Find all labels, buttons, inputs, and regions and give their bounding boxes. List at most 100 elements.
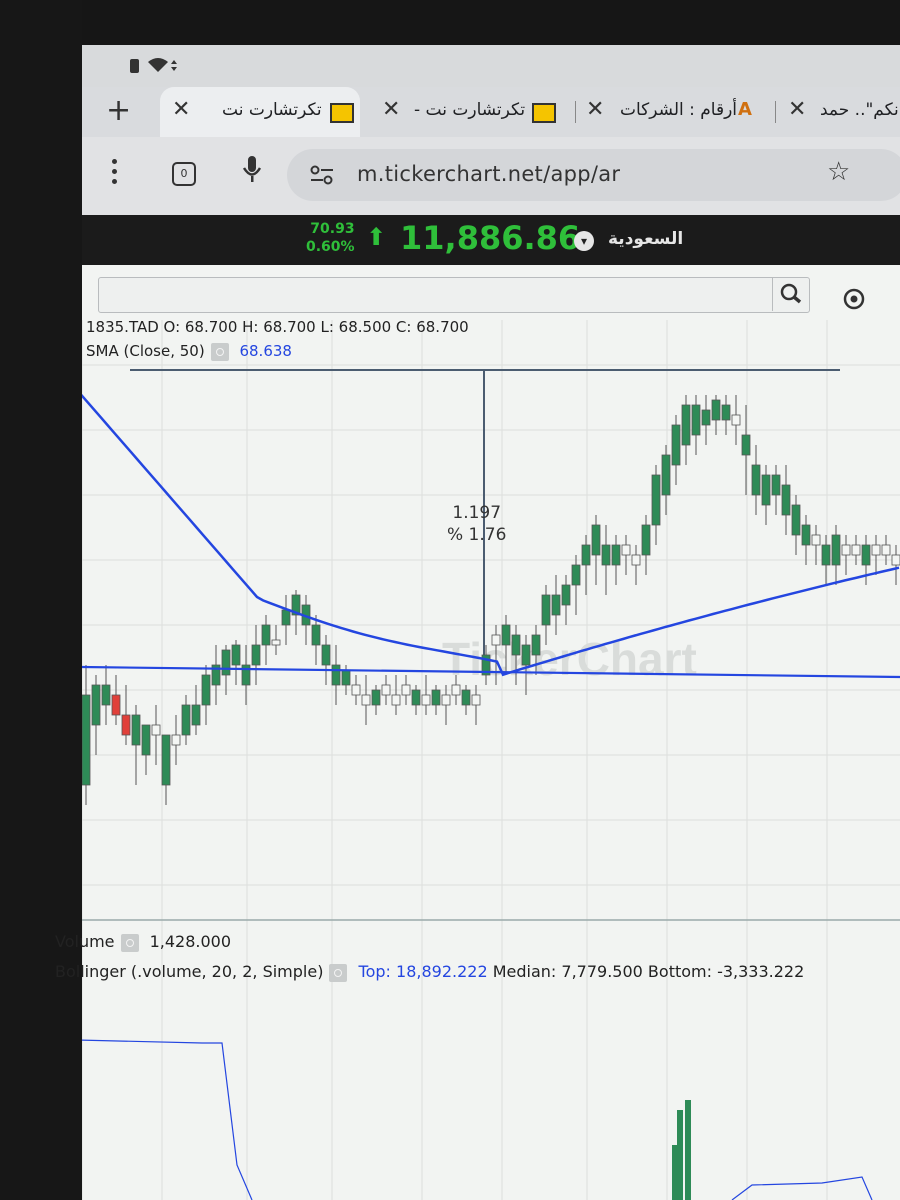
address-bar[interactable]: m.tickerchart.net/app/ar ☆ xyxy=(287,149,900,201)
candle-body xyxy=(841,544,851,556)
close-icon[interactable]: ✕ xyxy=(382,97,400,122)
candle xyxy=(571,555,581,615)
candle xyxy=(351,675,361,705)
candle xyxy=(671,415,681,485)
candle xyxy=(241,645,251,705)
gear-icon[interactable] xyxy=(842,287,866,311)
chevron-down-icon[interactable]: ▾ xyxy=(574,231,594,251)
candle xyxy=(201,665,211,725)
status-bar xyxy=(82,45,900,87)
candle xyxy=(601,525,611,595)
volume-settings-icon[interactable] xyxy=(120,933,139,952)
candle-body xyxy=(891,554,900,566)
search-button[interactable] xyxy=(772,277,809,311)
candle xyxy=(721,395,731,435)
close-icon[interactable]: ✕ xyxy=(586,97,604,122)
candle-body xyxy=(641,524,651,556)
tab-switcher-button[interactable]: 0 xyxy=(172,162,196,186)
bookmark-star-icon[interactable]: ☆ xyxy=(827,157,850,187)
mic-icon[interactable] xyxy=(242,155,262,185)
candle-body xyxy=(571,564,581,586)
candle xyxy=(91,675,101,755)
candle xyxy=(551,575,561,635)
candle-body xyxy=(451,684,461,696)
sma-value: 68.638 xyxy=(239,342,292,360)
tab-news[interactable]: ✕ نكم".. حمد xyxy=(782,87,900,137)
candle xyxy=(891,545,900,585)
battery-icon xyxy=(130,59,139,73)
candle-body xyxy=(861,544,871,566)
candle xyxy=(861,535,871,585)
candle xyxy=(651,465,661,545)
bollinger-settings-icon[interactable] xyxy=(329,963,348,982)
candle-body xyxy=(691,404,701,436)
candle-body xyxy=(811,534,821,546)
url-text[interactable]: m.tickerchart.net/app/ar xyxy=(357,162,620,186)
close-icon[interactable]: ✕ xyxy=(172,97,190,122)
measure-value: 1.197 xyxy=(452,503,502,523)
candle-body xyxy=(631,554,641,566)
candle-body xyxy=(441,694,451,706)
candle xyxy=(171,715,181,765)
candle xyxy=(231,640,241,685)
candle-body xyxy=(151,724,161,736)
candlestick-chart[interactable]: TickerChart xyxy=(82,265,900,1200)
candle-body xyxy=(561,584,571,606)
candle xyxy=(361,675,371,725)
chart-grid: TickerChart xyxy=(82,320,900,1200)
candle xyxy=(161,734,171,805)
measure-percent: % 1.76 xyxy=(447,525,507,545)
candle xyxy=(331,645,341,705)
bollinger-label: Bollinger (.volume, 20, 2, Simple) xyxy=(55,962,324,981)
symbol-search-input[interactable] xyxy=(98,277,810,313)
candle-body xyxy=(281,609,291,626)
tab-title: أرقام : الشركات xyxy=(620,100,738,120)
chart-panel[interactable]: TickerChart 1835.TAD O: 68.700 H: 68.700… xyxy=(55,265,900,1200)
candle-body xyxy=(681,404,691,446)
candle-body xyxy=(711,399,721,421)
candle xyxy=(841,535,851,575)
candle xyxy=(741,405,751,495)
close-icon[interactable]: ✕ xyxy=(788,97,806,122)
candle xyxy=(731,395,741,445)
candle-body xyxy=(431,689,441,706)
candle-body xyxy=(581,544,591,566)
search-icon[interactable] xyxy=(773,277,809,311)
bollinger-bottom: Bottom: -3,333.222 xyxy=(647,962,805,981)
index-value: 11,886.86 xyxy=(400,219,581,257)
candle-body xyxy=(801,524,811,546)
volume-bar xyxy=(685,1100,691,1200)
new-tab-button[interactable]: + xyxy=(106,93,131,128)
volume-label: Volume xyxy=(55,932,115,951)
candle-body xyxy=(591,524,601,556)
candle xyxy=(561,575,571,625)
candle xyxy=(441,685,451,725)
tab-argaam[interactable]: ✕ A أرقام : الشركات xyxy=(582,87,772,137)
site-settings-icon[interactable] xyxy=(309,165,335,185)
tab-title: تكرتشارت نت xyxy=(222,100,322,120)
tab-separator xyxy=(575,101,576,123)
candle xyxy=(281,595,291,645)
candle-body xyxy=(611,544,621,566)
candle xyxy=(391,675,401,715)
index-change-points: 70.93 xyxy=(310,221,355,237)
candle xyxy=(781,465,791,535)
market-selector[interactable]: السعودية xyxy=(608,229,683,249)
bollinger-band-line xyxy=(82,1039,253,1200)
candle xyxy=(691,395,701,455)
candle xyxy=(251,625,261,685)
chart-favicon-icon xyxy=(532,103,556,123)
candle-body xyxy=(191,704,201,726)
ohlc-readout: 1835.TAD O: 68.700 H: 68.700 L: 68.500 C… xyxy=(86,318,469,336)
candle-body xyxy=(731,414,741,426)
sma-settings-icon[interactable] xyxy=(210,342,229,361)
candle-body xyxy=(661,454,671,496)
candle-body xyxy=(541,594,551,626)
candle-body xyxy=(781,484,791,516)
menu-dots-icon[interactable] xyxy=(112,159,117,189)
tab-tickerchart-active[interactable]: ✕ تكرتشارت نت xyxy=(160,87,360,137)
tab-tickerchart-2[interactable]: ✕ تكرتشارت نت - xyxy=(372,87,572,137)
candle-body xyxy=(771,474,781,496)
bollinger-top: Top: 18,892.222 xyxy=(358,962,488,981)
tab-strip: + ✕ تكرتشارت نت ✕ تكرتشارت نت - ✕ A أرقا… xyxy=(82,87,900,137)
